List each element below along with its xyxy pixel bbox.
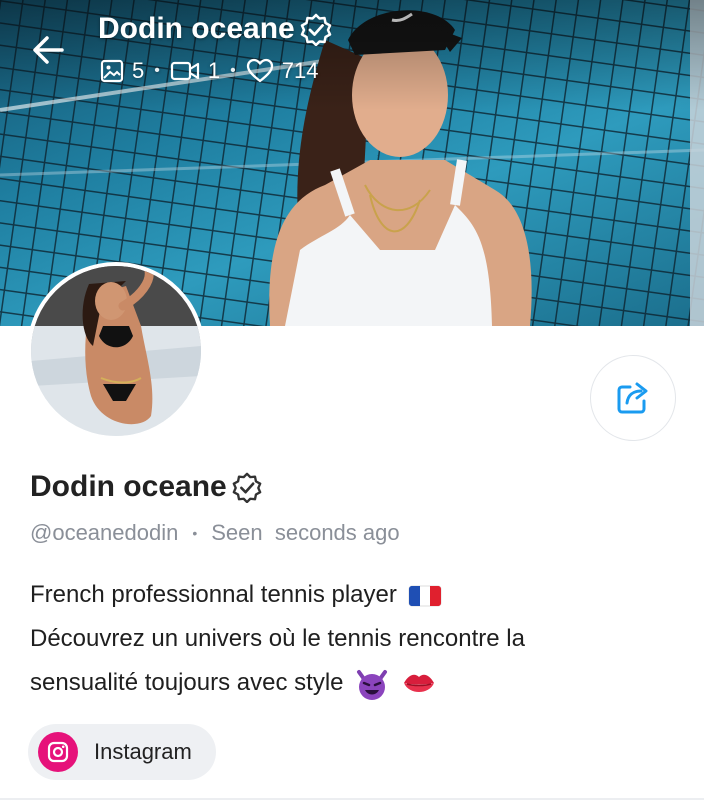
photo-count-value: 5 [132, 58, 145, 83]
avatar[interactable] [27, 262, 205, 440]
header-title: Dodin oceane [98, 12, 333, 46]
likes-count-value: 714 [281, 58, 319, 83]
kiss-lips-icon [403, 674, 434, 692]
flag-france-icon [408, 585, 442, 607]
bio-line: French professionnal tennis player [30, 573, 680, 617]
bio-line: sensualité toujours avec style [30, 661, 680, 705]
profile-bio: French professionnal tennis player Décou… [30, 573, 680, 705]
likes-count: 714 [246, 58, 319, 84]
profile-name-text: Dodin oceane [30, 470, 227, 503]
header-stats: 5 • 1 • 714 [100, 58, 318, 84]
meta-separator: • [192, 525, 198, 541]
profile-name: Dodin oceane [30, 470, 263, 504]
image-icon [100, 59, 124, 83]
back-button[interactable] [28, 30, 68, 70]
avatar-image [31, 266, 201, 436]
photo-count: 5 [100, 58, 144, 84]
smiling-devil-icon [357, 669, 388, 700]
instagram-icon [38, 732, 78, 772]
stats-separator: • [154, 62, 160, 79]
instagram-glyph-icon [47, 741, 69, 763]
bio-line: Découvrez un univers où le tennis rencon… [30, 617, 680, 661]
verified-badge-icon [232, 472, 262, 503]
arrow-left-icon [33, 36, 64, 64]
share-icon [617, 382, 648, 414]
video-count: 1 [170, 58, 220, 84]
instagram-label: Instagram [94, 739, 192, 764]
bio-line-3-text: sensualité toujours avec style [30, 669, 344, 696]
verified-badge-icon [300, 13, 331, 46]
instagram-link[interactable]: Instagram [28, 724, 216, 780]
last-seen-status: Seen seconds ago [211, 520, 400, 545]
video-camera-icon [170, 61, 199, 81]
share-button[interactable] [590, 355, 676, 441]
avatar-person-illustration [31, 266, 201, 436]
bio-line-2-text: Découvrez un univers où le tennis rencon… [30, 625, 525, 652]
video-count-value: 1 [207, 58, 221, 83]
username: @oceanedodin [30, 520, 179, 545]
heart-icon [246, 58, 273, 83]
stats-separator: • [230, 62, 236, 79]
bio-line-1-text: French professionnal tennis player [30, 581, 397, 608]
profile-meta: @oceanedodin • Seen seconds ago [30, 520, 400, 546]
header-title-text: Dodin oceane [98, 12, 295, 45]
